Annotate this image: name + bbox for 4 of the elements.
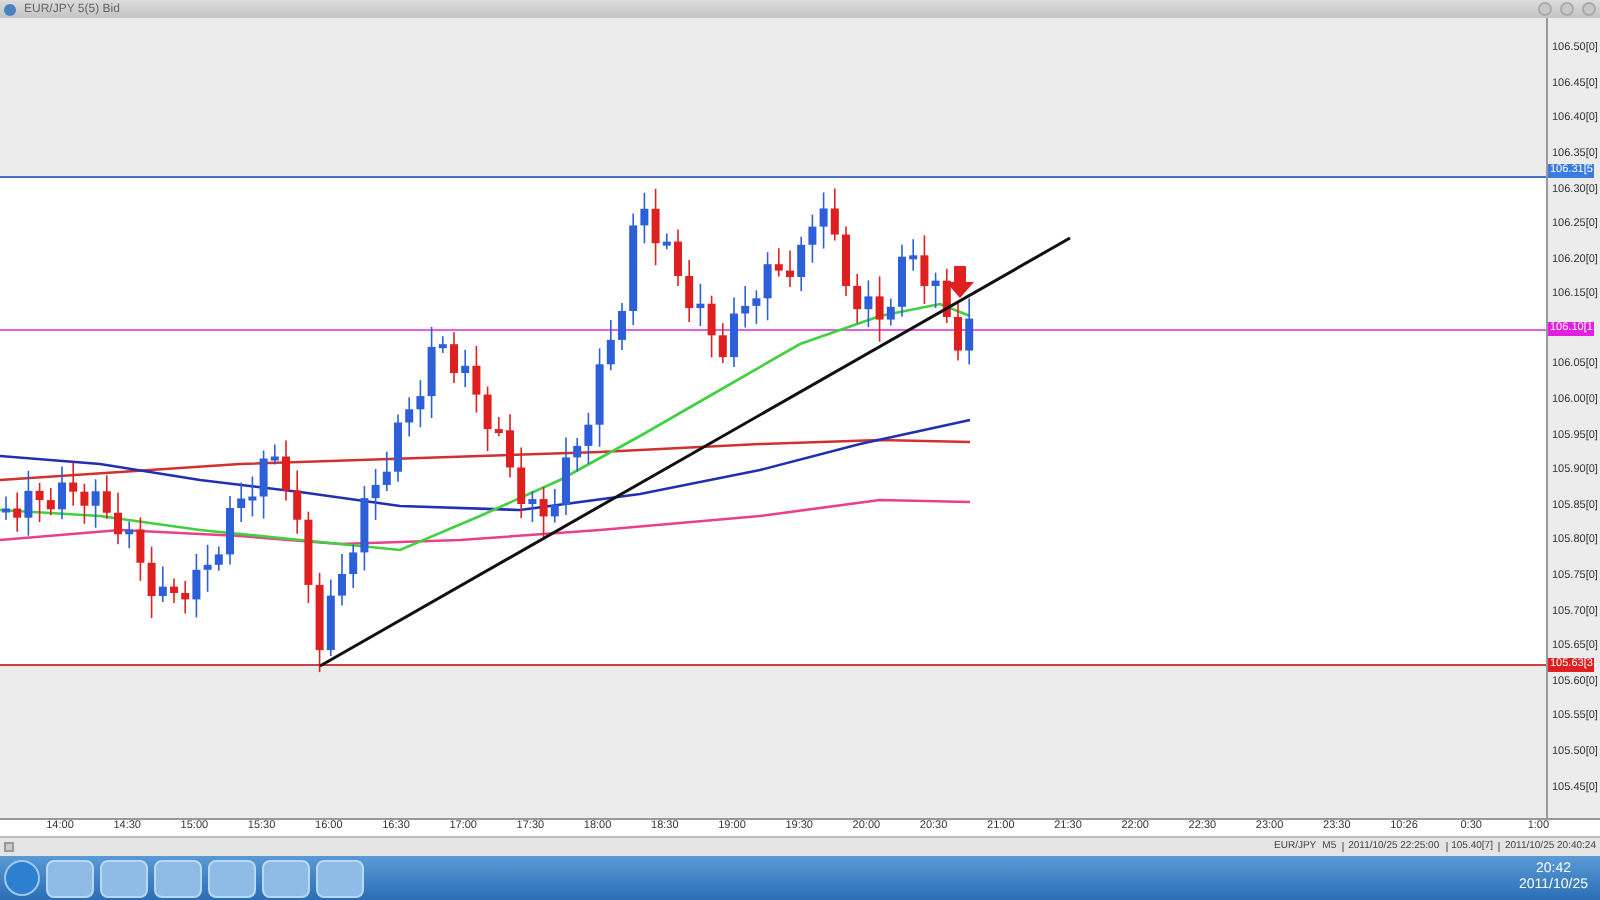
app-icon [4, 3, 16, 15]
down-arrow-icon [946, 266, 974, 298]
start-button[interactable] [4, 860, 40, 896]
scroll-button[interactable] [4, 842, 14, 852]
